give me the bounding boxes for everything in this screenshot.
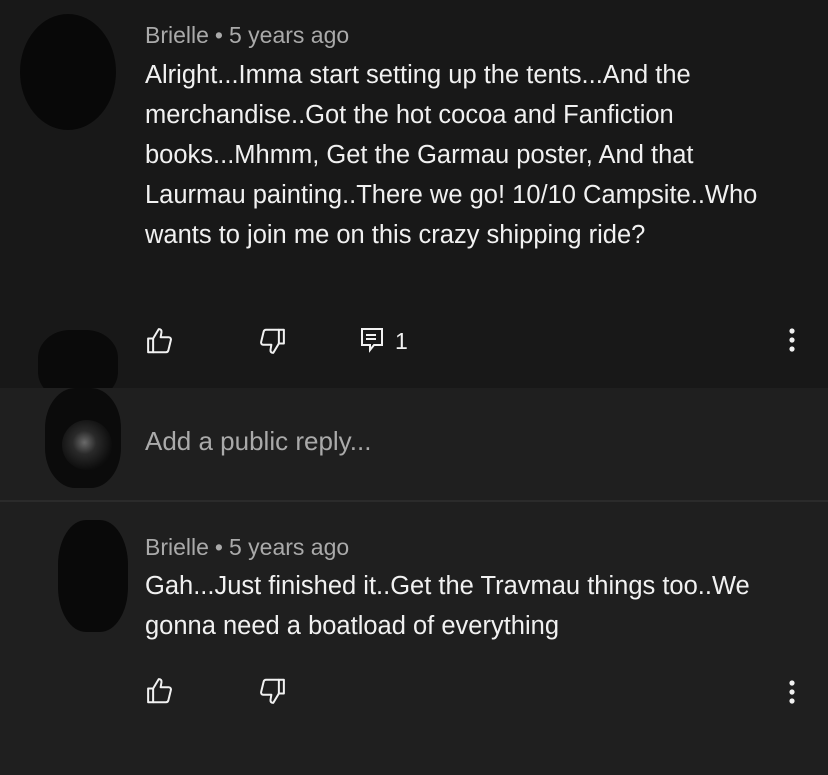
more-vertical-icon[interactable] xyxy=(782,678,802,706)
comment-author[interactable]: Brielle xyxy=(145,22,209,48)
more-vertical-icon[interactable] xyxy=(782,326,802,354)
avatar[interactable] xyxy=(58,520,128,632)
meta-separator: • xyxy=(214,22,223,48)
thumbs-up-icon[interactable] xyxy=(145,676,175,706)
comment-thread-item: Brielle • 5 years ago Alright...Imma start… xyxy=(0,0,828,400)
thumbs-down-icon[interactable] xyxy=(257,326,287,356)
comment-meta: Brielle • 5 years ago xyxy=(145,534,349,561)
comment-meta: Brielle • 5 years ago xyxy=(145,22,349,49)
reply-input-bar: Add a public reply... xyxy=(0,388,828,500)
reply-input[interactable]: Add a public reply... xyxy=(145,426,371,457)
meta-separator: • xyxy=(214,534,223,560)
comment-text: Gah...Just finished it..Get the Travmau … xyxy=(145,572,750,640)
comment-timestamp[interactable]: 5 years ago xyxy=(229,22,349,48)
user-avatar-image xyxy=(62,420,112,470)
comment-author[interactable]: Brielle xyxy=(145,534,209,560)
comment-text: Alright...Imma start setting up the tent… xyxy=(145,61,758,249)
thumbs-up-icon[interactable] xyxy=(145,326,175,356)
comment-timestamp[interactable]: 5 years ago xyxy=(229,534,349,560)
comment-thread-item: Brielle • 5 years ago Gah...Just finished … xyxy=(0,502,828,775)
reply-icon[interactable] xyxy=(360,327,384,353)
reply-count[interactable]: 1 xyxy=(395,328,408,355)
thumbs-down-icon[interactable] xyxy=(257,676,287,706)
avatar[interactable] xyxy=(20,14,116,130)
